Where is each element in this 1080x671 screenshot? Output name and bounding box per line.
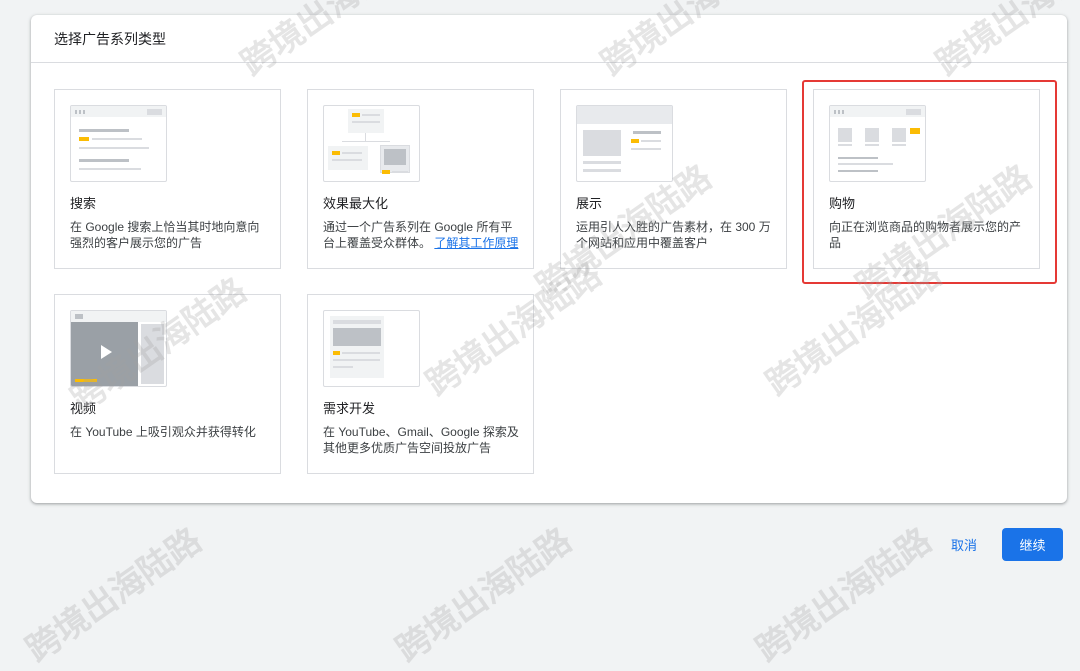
campaign-type-card-video[interactable]: 视频 在 YouTube 上吸引观众并获得转化 <box>54 294 281 474</box>
learn-how-it-works-link[interactable]: 了解其工作原理 <box>434 236 518 250</box>
card-description: 向正在浏览商品的购物者展示您的产品 <box>829 220 1022 250</box>
video-thumbnail-icon <box>70 310 167 387</box>
demand-gen-thumbnail-icon <box>323 310 420 387</box>
display-thumbnail-icon <box>576 105 673 182</box>
shopping-thumbnail-icon <box>829 105 926 182</box>
continue-button[interactable]: 继续 <box>1002 528 1063 561</box>
card-name: 购物 <box>829 196 856 211</box>
performance-max-thumbnail-icon <box>323 105 420 182</box>
card-description: 运用引人入胜的广告素材，在 300 万个网站和应用中覆盖客户 <box>576 220 771 250</box>
search-thumbnail-icon <box>70 105 167 182</box>
title-divider <box>31 62 1067 63</box>
card-description: 在 Google 搜索上恰当其时地向意向强烈的客户展示您的广告 <box>70 220 260 250</box>
card-description: 通过一个广告系列在 Google 所有平台上覆盖受众群体。 了解其工作原理 <box>323 220 519 250</box>
card-name: 需求开发 <box>323 401 376 416</box>
campaign-type-card-performance-max[interactable]: 效果最大化 通过一个广告系列在 Google 所有平台上覆盖受众群体。 了解其工… <box>307 89 534 269</box>
card-name: 搜索 <box>70 196 97 211</box>
campaign-type-card-search[interactable]: 搜索 在 Google 搜索上恰当其时地向意向强烈的客户展示您的广告 <box>54 89 281 269</box>
card-name: 展示 <box>576 196 603 211</box>
campaign-type-card-shopping[interactable]: 购物 向正在浏览商品的购物者展示您的产品 <box>813 89 1040 269</box>
campaign-type-card-demand-gen[interactable]: 需求开发 在 YouTube、Gmail、Google 探索及其他更多优质广告空… <box>307 294 534 474</box>
card-name: 效果最大化 <box>323 196 389 211</box>
watermark: 跨境出海陆路 <box>748 520 940 671</box>
panel-title: 选择广告系列类型 <box>54 31 166 47</box>
watermark: 跨境出海陆路 <box>18 520 210 671</box>
campaign-type-card-display[interactable]: 展示 运用引人入胜的广告素材，在 300 万个网站和应用中覆盖客户 <box>560 89 787 269</box>
card-description: 在 YouTube 上吸引观众并获得转化 <box>70 425 256 439</box>
watermark: 跨境出海陆路 <box>388 520 580 671</box>
cancel-button[interactable]: 取消 <box>941 529 987 559</box>
card-name: 视频 <box>70 401 97 416</box>
card-description: 在 YouTube、Gmail、Google 探索及其他更多优质广告空间投放广告 <box>323 425 519 455</box>
